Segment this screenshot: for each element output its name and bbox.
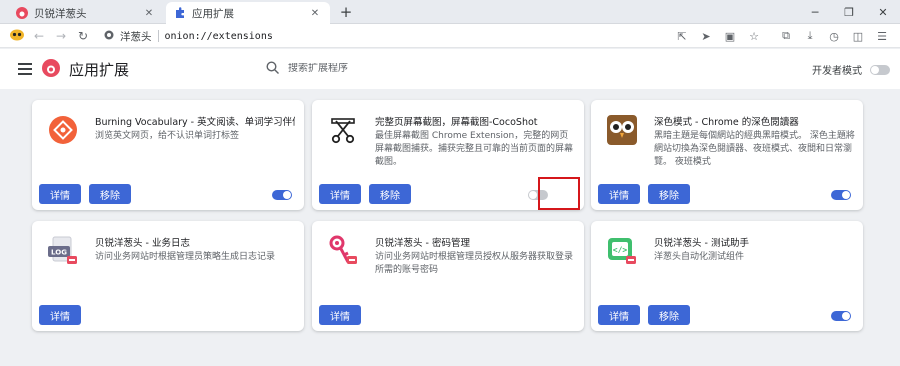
- tab-extensions[interactable]: 应用扩展 ✕: [166, 2, 330, 24]
- extension-card-dark-mode: 深色模式 - Chrome 的深色閱讀器 黑暗主題是每個網站的經典黑暗模式。 深…: [591, 100, 863, 210]
- burning-vocabulary-icon: [49, 116, 77, 144]
- details-button[interactable]: 详情: [39, 184, 81, 204]
- remove-button[interactable]: 移除: [89, 184, 131, 204]
- extensions-icon[interactable]: ⧉: [774, 29, 798, 43]
- details-button[interactable]: 详情: [598, 184, 640, 204]
- extension-name: 贝锐洋葱头 - 测试助手: [654, 238, 749, 249]
- screenshot-icon[interactable]: ▣: [718, 30, 742, 43]
- send-icon[interactable]: ➤: [694, 30, 718, 43]
- tab-label: 贝锐洋葱头: [34, 7, 87, 20]
- svg-text:LOG: LOG: [51, 249, 67, 257]
- extension-card-business-log: LOG 贝锐洋葱头 - 业务日志 访问业务网站时根据管理员策略生成日志记录 详情: [32, 221, 304, 331]
- extension-card-test-assistant: </> 贝锐洋葱头 - 测试助手 洋葱头自动化测试组件 详情 移除: [591, 221, 863, 331]
- onion-logo-icon: [42, 59, 60, 77]
- search-box[interactable]: [266, 61, 488, 75]
- url-text[interactable]: onion://extensions: [165, 31, 273, 42]
- tab-label: 应用扩展: [192, 7, 234, 20]
- window-controls: ─ ❐ ✕: [798, 0, 900, 24]
- extension-enable-toggle[interactable]: [272, 190, 292, 200]
- details-button[interactable]: 详情: [39, 305, 81, 325]
- extension-enable-toggle[interactable]: [831, 311, 851, 321]
- new-tab-button[interactable]: +: [338, 3, 354, 21]
- menu-icon[interactable]: ☰: [870, 30, 894, 43]
- puzzle-icon: [174, 7, 186, 19]
- code-icon: </>: [608, 238, 636, 264]
- history-icon[interactable]: ◷: [822, 30, 846, 43]
- reload-icon[interactable]: ↻: [72, 29, 94, 43]
- extensions-header: 应用扩展 开发者模式: [0, 49, 900, 89]
- extension-name: 贝锐洋葱头 - 密码管理: [375, 238, 470, 249]
- onion-logo-icon: [16, 7, 28, 19]
- remove-button[interactable]: 移除: [648, 184, 690, 204]
- highlight-box: [538, 177, 580, 210]
- tab-onion-home[interactable]: 贝锐洋葱头 ✕: [8, 2, 164, 24]
- extension-name: 深色模式 - Chrome 的深色閱讀器: [654, 117, 799, 128]
- details-button[interactable]: 详情: [598, 305, 640, 325]
- search-icon: [266, 61, 279, 74]
- sidebar-icon[interactable]: ◫: [846, 30, 870, 43]
- developer-mode-label: 开发者模式: [812, 66, 862, 77]
- extension-name: Burning Vocabulary - 英文阅读、单词学习伴侣: [95, 117, 295, 128]
- close-window-icon[interactable]: ✕: [866, 6, 900, 19]
- restore-icon[interactable]: ❐: [832, 6, 866, 19]
- tab-strip: 贝锐洋葱头 ✕ 应用扩展 ✕ + ─ ❐ ✕: [0, 0, 900, 24]
- extension-description: 洋葱头自动化测试组件: [654, 252, 745, 262]
- extension-description: 访问业务网站时根据管理员授权从服务器获取登录所需的账号密码: [375, 252, 574, 275]
- extension-card-password-manager: 贝锐洋葱头 - 密码管理 访问业务网站时根据管理员授权从服务器获取登录所需的账号…: [312, 221, 584, 331]
- developer-mode-toggle[interactable]: [870, 64, 890, 75]
- close-tab-icon[interactable]: ✕: [308, 8, 322, 19]
- download-icon[interactable]: ⤓: [798, 29, 822, 43]
- open-external-icon[interactable]: ⇱: [670, 30, 694, 43]
- key-icon: [329, 235, 357, 264]
- forward-icon[interactable]: →: [50, 29, 72, 43]
- extension-enable-toggle[interactable]: [831, 190, 851, 200]
- details-button[interactable]: 详情: [319, 184, 361, 204]
- address-bar[interactable]: 洋葱头 onion://extensions: [104, 27, 724, 45]
- site-info-icon[interactable]: [104, 30, 114, 43]
- owl-icon: [607, 115, 637, 145]
- remove-button[interactable]: 移除: [648, 305, 690, 325]
- minimize-icon[interactable]: ─: [798, 6, 832, 19]
- extension-name: 完整页屏幕截图，屏幕截图-CocoShot: [375, 117, 538, 128]
- remove-button[interactable]: 移除: [369, 184, 411, 204]
- close-tab-icon[interactable]: ✕: [142, 8, 156, 19]
- profile-avatar-icon[interactable]: [6, 27, 28, 44]
- search-input[interactable]: [288, 62, 488, 74]
- hamburger-menu-icon[interactable]: [18, 63, 32, 78]
- extension-name: 贝锐洋葱头 - 业务日志: [95, 238, 190, 249]
- scissors-icon: [331, 118, 355, 144]
- extension-description: 最佳屏幕截图 Chrome Extension，完整的网页屏幕截图捕获。捕获完整…: [375, 131, 574, 167]
- browser-toolbar: ← → ↻ 洋葱头 onion://extensions ⇱ ➤ ▣ ☆ ⧉ ⤓…: [0, 24, 900, 48]
- page-title: 应用扩展: [69, 61, 130, 79]
- log-icon: LOG: [48, 236, 77, 264]
- extension-description: 浏览英文网页，给不认识单词打标签: [95, 131, 240, 141]
- extension-description: 黑暗主題是每個網站的經典黑暗模式。 深色主題將網站切換為深色閱讀器、夜班模式、夜…: [654, 131, 855, 167]
- svg-text:</>: </>: [613, 246, 628, 255]
- back-icon[interactable]: ←: [28, 29, 50, 43]
- site-name: 洋葱头: [120, 30, 152, 43]
- star-icon[interactable]: ☆: [742, 30, 766, 43]
- developer-mode: 开发者模式: [812, 62, 890, 77]
- extension-description: 访问业务网站时根据管理员策略生成日志记录: [95, 252, 276, 262]
- extension-card-burning-vocabulary: Burning Vocabulary - 英文阅读、单词学习伴侣 浏览英文网页，…: [32, 100, 304, 210]
- divider: [157, 30, 159, 42]
- details-button[interactable]: 详情: [319, 305, 361, 325]
